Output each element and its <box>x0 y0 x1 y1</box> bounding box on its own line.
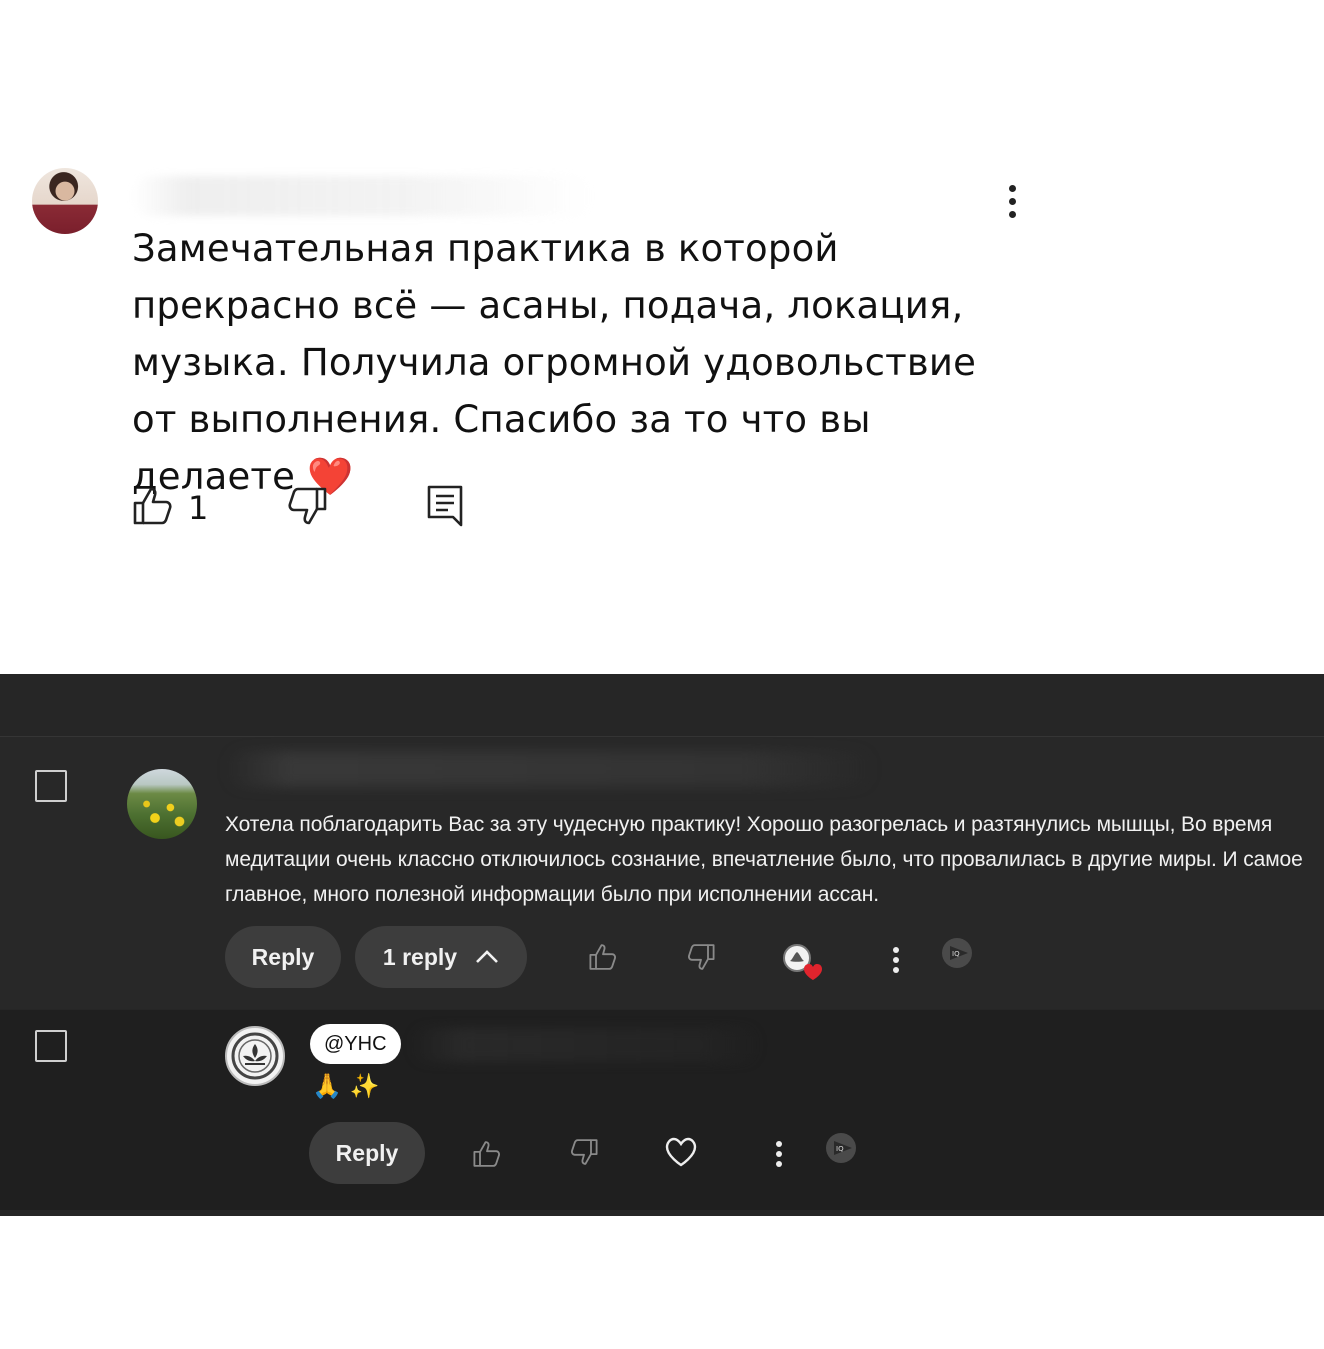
reply-button[interactable]: Reply <box>309 1122 425 1184</box>
blurred-meta <box>410 1028 760 1062</box>
svg-text:IQ: IQ <box>952 950 960 958</box>
chevron-up-icon <box>476 950 498 963</box>
more-vert-icon[interactable] <box>886 945 906 975</box>
reply-button[interactable] <box>426 484 464 533</box>
lotus-logo-icon <box>231 1032 279 1080</box>
thumb-up-icon <box>132 486 174 531</box>
channel-handle[interactable]: @YHC <box>310 1024 401 1064</box>
thumb-down-icon <box>286 486 328 531</box>
extension-badge-icon[interactable]: IQ <box>825 1132 859 1164</box>
commenter-avatar[interactable] <box>32 168 98 234</box>
comment-text: Замечательная практика в которой прекрас… <box>132 227 977 498</box>
comments-panel-dark: Хотела поблагодарить Вас за эту чудесную… <box>0 674 1324 1216</box>
like-count: 1 <box>188 489 209 527</box>
select-comment-checkbox[interactable] <box>35 770 67 802</box>
blurred-username <box>132 176 592 216</box>
creator-heart-icon[interactable] <box>781 942 825 982</box>
reply-button[interactable]: Reply <box>225 926 341 988</box>
heart-outline-icon[interactable] <box>664 1136 698 1168</box>
comment-thread: Хотела поблагодарить Вас за эту чудесную… <box>0 737 1324 1009</box>
svg-text:IQ: IQ <box>836 1145 844 1153</box>
blurred-username <box>225 751 875 787</box>
channel-avatar[interactable] <box>225 1026 285 1086</box>
reply-comment-icon <box>426 484 464 533</box>
more-vert-icon[interactable] <box>769 1139 789 1169</box>
comment-text: Хотела поблагодарить Вас за эту чудесную… <box>225 813 1303 906</box>
extension-badge-icon[interactable]: IQ <box>941 937 975 969</box>
replies-count-label: 1 reply <box>382 943 458 970</box>
thumb-down-icon[interactable] <box>569 1138 599 1166</box>
page-footer-space <box>0 1216 1324 1349</box>
reply-thread: @YHC 🙏 ✨ Reply IQ <box>0 1010 1324 1210</box>
thumb-up-icon[interactable] <box>472 1140 502 1168</box>
dislike-button[interactable] <box>286 486 328 530</box>
comment-card-light: Замечательная практика в которой прекрас… <box>0 0 1324 674</box>
thumb-up-icon[interactable] <box>588 943 618 971</box>
reply-text: 🙏 ✨ <box>312 1072 380 1100</box>
like-button[interactable]: 1 <box>132 486 208 530</box>
more-vert-icon[interactable] <box>1003 182 1023 222</box>
thumb-down-icon[interactable] <box>686 943 716 971</box>
panel-header-bar <box>0 674 1324 737</box>
commenter-avatar[interactable] <box>127 769 197 839</box>
toggle-replies-button[interactable]: 1 reply <box>355 926 527 988</box>
select-reply-checkbox[interactable] <box>35 1030 67 1062</box>
